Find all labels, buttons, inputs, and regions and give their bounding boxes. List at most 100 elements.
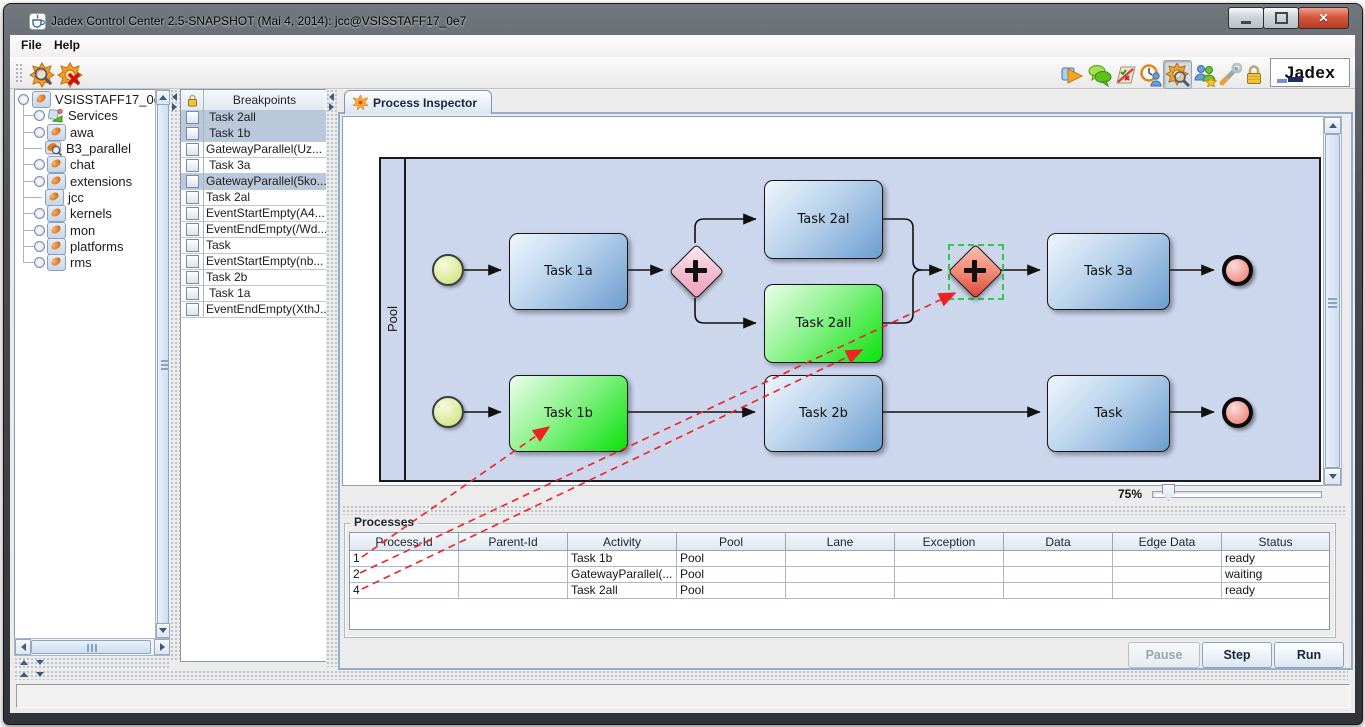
- tree-bottom-split-divider[interactable]: [14, 657, 169, 668]
- diagram-vertical-scrollbar[interactable]: [1323, 116, 1342, 486]
- expand-up-icon[interactable]: [20, 672, 28, 677]
- column-header[interactable]: Process-Id: [350, 533, 459, 551]
- task-2al-node[interactable]: Task 2al: [764, 180, 883, 259]
- scroll-right-button[interactable]: [154, 639, 170, 655]
- task-1a-node[interactable]: Task 1a: [509, 233, 628, 310]
- breakpoint-row[interactable]: Task 1b: [181, 126, 328, 142]
- zoom-slider-track[interactable]: [1152, 491, 1322, 498]
- close-button[interactable]: ✕: [1298, 7, 1349, 29]
- tree-item-chat[interactable]: chat: [34, 156, 95, 172]
- breakpoint-row[interactable]: Task 2all: [181, 110, 328, 126]
- process-row-2[interactable]: 2 GatewayParallel(... Pool waiting: [350, 567, 1329, 583]
- tree-item-extensions[interactable]: extensions: [34, 173, 132, 189]
- scrollbar-thumb[interactable]: [31, 640, 151, 654]
- task-node[interactable]: Task: [1047, 375, 1170, 452]
- expand-handle-icon[interactable]: [34, 257, 45, 268]
- scroll-down-button[interactable]: [156, 623, 170, 638]
- scrollbar-thumb[interactable]: [157, 104, 169, 624]
- conversation-icon[interactable]: [1085, 60, 1114, 89]
- breakpoints-header-label[interactable]: Breakpoints: [204, 90, 325, 110]
- tree-breakpoints-split-divider[interactable]: [170, 89, 180, 662]
- tree-item-jcc[interactable]: jcc: [45, 189, 84, 205]
- expand-handle-icon[interactable]: [34, 225, 45, 236]
- scroll-up-button[interactable]: [1324, 117, 1341, 134]
- column-header[interactable]: Status: [1222, 533, 1329, 551]
- scrollbar-thumb[interactable]: [1325, 134, 1340, 468]
- tree-item-services[interactable]: Services: [34, 107, 118, 123]
- breakpoint-checkbox[interactable]: [186, 191, 199, 204]
- breakpoint-row[interactable]: GatewayParallel(Uz...: [181, 142, 328, 158]
- breakpoint-checkbox[interactable]: [186, 207, 199, 220]
- scroll-down-button[interactable]: [1324, 468, 1341, 485]
- breakpoint-checkbox[interactable]: [186, 159, 199, 172]
- lock-icon[interactable]: [1239, 60, 1268, 89]
- expand-right-icon[interactable]: [329, 103, 334, 111]
- tree-item-root[interactable]: VSISSTAFF17_0e7: [18, 91, 168, 107]
- menu-file[interactable]: File: [21, 38, 42, 52]
- column-header[interactable]: Lane: [786, 533, 895, 551]
- tree-vertical-scrollbar[interactable]: [155, 89, 171, 639]
- expand-handle-icon[interactable]: [34, 208, 45, 219]
- breakpoint-checkbox[interactable]: [186, 223, 199, 236]
- tree-item-mon[interactable]: mon: [34, 222, 95, 238]
- expand-handle-icon[interactable]: [34, 159, 45, 170]
- scroll-up-button[interactable]: [156, 90, 170, 105]
- process-row-1[interactable]: 1 Task 1b Pool ready: [350, 551, 1329, 567]
- pause-button[interactable]: Pause: [1128, 642, 1200, 668]
- breakpoint-row[interactable]: EventStartEmpty(nb...: [181, 254, 328, 270]
- column-header[interactable]: Pool: [677, 533, 786, 551]
- breakpoint-checkbox[interactable]: [186, 255, 199, 268]
- breakpoint-row[interactable]: Task 2b: [181, 270, 328, 286]
- breakpoint-checkbox[interactable]: [186, 175, 199, 188]
- breakpoint-checkbox[interactable]: [186, 287, 199, 300]
- end-event-1[interactable]: [1222, 255, 1253, 286]
- column-header[interactable]: Edge Data: [1113, 533, 1222, 551]
- scroll-left-button[interactable]: [15, 639, 31, 655]
- expand-handle-icon[interactable]: [34, 110, 45, 121]
- start-event-2[interactable]: [432, 396, 464, 428]
- column-header[interactable]: Activity: [568, 533, 677, 551]
- breakpoint-row[interactable]: Task: [181, 238, 328, 254]
- title-bar[interactable]: Jadex Control Center 2.5-SNAPSHOT (Mai 4…: [3, 3, 1361, 35]
- awareness-icon[interactable]: [1136, 60, 1165, 89]
- step-button[interactable]: Step: [1202, 642, 1272, 668]
- end-event-2[interactable]: [1222, 397, 1253, 428]
- breakpoint-row[interactable]: Task 1a: [181, 286, 328, 302]
- expand-handle-icon[interactable]: [18, 94, 29, 105]
- run-button[interactable]: Run: [1274, 642, 1344, 668]
- process-diagram-canvas[interactable]: Pool: [342, 116, 1325, 486]
- collapse-down-icon[interactable]: [36, 672, 44, 677]
- task-1b-node[interactable]: Task 1b: [509, 375, 628, 452]
- collapse-left-icon[interactable]: [172, 93, 177, 101]
- task-2b-node[interactable]: Task 2b: [764, 375, 883, 452]
- tree-horizontal-scrollbar[interactable]: [14, 638, 171, 656]
- expand-handle-icon[interactable]: [34, 176, 45, 187]
- start-component-icon[interactable]: [27, 60, 56, 89]
- breakpoint-row[interactable]: EventEndEmpty(/Wd...: [181, 222, 328, 238]
- expand-right-icon[interactable]: [172, 103, 177, 111]
- starter-icon[interactable]: [1057, 60, 1086, 89]
- task-2all-node[interactable]: Task 2all: [764, 284, 883, 363]
- minimize-button[interactable]: [1228, 7, 1264, 29]
- breakpoint-checkbox[interactable]: [186, 239, 199, 252]
- breakpoint-checkbox[interactable]: [186, 271, 199, 284]
- diagram-table-split-divider[interactable]: [342, 505, 1346, 515]
- breakpoint-row[interactable]: Task 2al: [181, 190, 328, 206]
- maximize-button[interactable]: [1263, 7, 1299, 29]
- tree-item-b3-parallel[interactable]: B3_parallel: [45, 140, 131, 156]
- breakpoint-checkbox[interactable]: [186, 143, 199, 156]
- expand-handle-icon[interactable]: [34, 241, 45, 252]
- breakpoint-row[interactable]: GatewayParallel(5ko...: [181, 174, 328, 190]
- toolbar-grip[interactable]: [15, 63, 23, 83]
- breakpoint-checkbox[interactable]: [186, 303, 199, 316]
- breakpoint-row[interactable]: EventStartEmpty(A4...: [181, 206, 328, 222]
- tree-item-platforms[interactable]: platforms: [34, 238, 123, 254]
- tree-item-awa[interactable]: awa: [34, 124, 94, 140]
- start-event-1[interactable]: [432, 254, 464, 286]
- expand-up-icon[interactable]: [20, 660, 28, 665]
- tree-item-rms[interactable]: rms: [34, 254, 92, 270]
- task-3a-node[interactable]: Task 3a: [1047, 233, 1170, 310]
- breakpoint-checkbox[interactable]: [186, 127, 199, 140]
- kill-component-icon[interactable]: [55, 60, 84, 89]
- breakpoints-inspector-split-divider[interactable]: [326, 89, 338, 667]
